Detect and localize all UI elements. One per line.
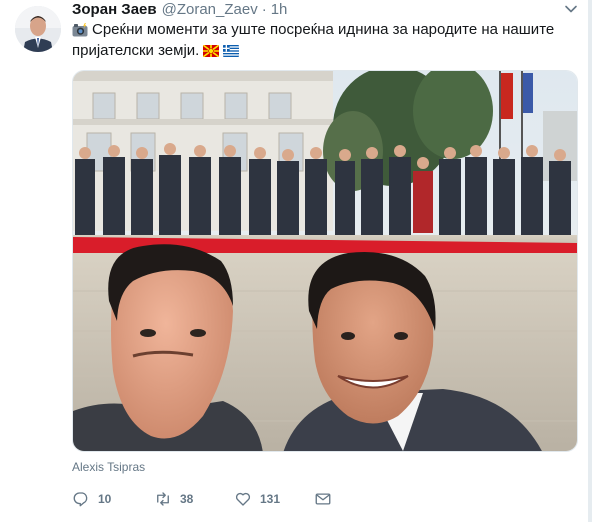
separator-dot: ·: [261, 0, 267, 18]
camera-with-flash-icon: [72, 22, 88, 36]
envelope-icon: [315, 493, 331, 505]
flag-greece: [223, 44, 240, 57]
retweet-count: 38: [180, 492, 194, 506]
author-name[interactable]: Зоран Заев: [72, 1, 157, 18]
direct-message-button[interactable]: [314, 488, 340, 510]
tweet-text: Среќни моменти за уште посреќна иднина з…: [72, 19, 572, 61]
retweet-icon: [157, 492, 169, 506]
reply-button[interactable]: 10: [72, 488, 111, 510]
tweet-timestamp[interactable]: 1h: [271, 1, 288, 18]
chevron-down-icon[interactable]: [564, 2, 578, 16]
tweet-actions: 10 38 131: [72, 488, 572, 510]
like-count: 131: [260, 492, 281, 506]
timeline-border: [588, 0, 592, 522]
like-button[interactable]: 131: [234, 488, 280, 510]
flag-north-macedonia: [203, 44, 220, 57]
photo-credit[interactable]: Alexis Tsipras: [72, 460, 145, 474]
tweet-photo[interactable]: [72, 70, 578, 452]
heart-icon: [235, 492, 251, 506]
avatar-photo: [15, 6, 61, 52]
selfie-photo-image: [73, 71, 577, 451]
tweet-header: Зоран Заев @Zoran_Zaev · 1h: [72, 0, 287, 18]
retweet-button[interactable]: 38: [154, 488, 193, 510]
tweet[interactable]: Зоран Заев @Zoran_Zaev · 1h Среќни момен…: [0, 0, 592, 522]
tweet-text-line-2: пријателски земји.: [72, 41, 200, 59]
author-avatar[interactable]: [15, 6, 61, 52]
reply-icon: [73, 492, 88, 507]
tweet-text-line-1: Среќни моменти за уште посреќна иднина з…: [92, 20, 555, 38]
reply-count: 10: [98, 492, 112, 506]
author-handle[interactable]: @Zoran_Zaev: [162, 1, 258, 18]
